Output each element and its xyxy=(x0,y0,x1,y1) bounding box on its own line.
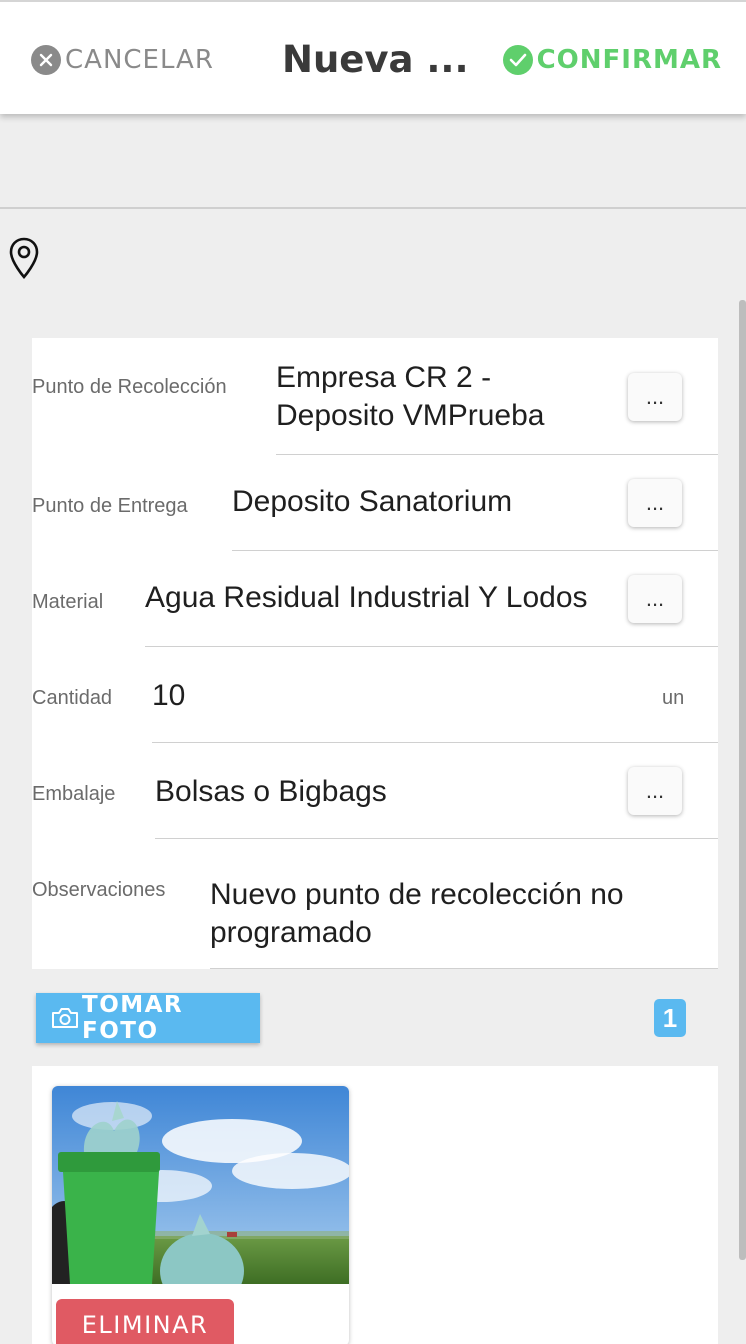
field-observaciones: Observaciones Nuevo punto de recolección… xyxy=(32,839,718,969)
field-underline xyxy=(210,968,718,969)
photo-count-badge: 1 xyxy=(654,999,686,1037)
material-select-button[interactable]: ... xyxy=(628,575,682,623)
cancel-label: CANCELAR xyxy=(65,45,214,75)
punto-entrega-select-button[interactable]: ... xyxy=(628,479,682,527)
field-label: Cantidad xyxy=(32,687,113,709)
form-card: Punto de Recolección Empresa CR 2 - Depo… xyxy=(32,338,718,969)
confirm-label: CONFIRMAR xyxy=(536,45,722,75)
embalaje-select-button[interactable]: ... xyxy=(628,767,682,815)
page-title: Nueva ... xyxy=(282,38,469,81)
close-circle-icon xyxy=(31,45,61,75)
punto-recoleccion-value-line1[interactable]: Empresa CR 2 - xyxy=(276,359,491,397)
field-embalaje: Embalaje Bolsas o Bigbags ... xyxy=(32,743,718,839)
check-circle-icon xyxy=(502,45,533,75)
field-label: Material xyxy=(32,591,104,613)
field-punto-recoleccion: Punto de Recolección Empresa CR 2 - Depo… xyxy=(32,338,718,455)
field-label: Punto de Entrega xyxy=(32,495,188,517)
field-label: Punto de Recolección xyxy=(32,376,227,398)
punto-recoleccion-value-line2[interactable]: Deposito VMPrueba xyxy=(276,397,544,435)
camera-icon xyxy=(50,1006,80,1030)
take-photo-button[interactable]: TOMAR FOTO xyxy=(36,992,260,1044)
field-label: Observaciones xyxy=(32,879,166,901)
cancel-button[interactable]: CANCELAR xyxy=(31,42,214,78)
embalaje-value[interactable]: Bolsas o Bigbags xyxy=(155,773,387,811)
observaciones-value-line2[interactable]: programado xyxy=(210,914,372,952)
confirm-button[interactable]: CONFIRMAR xyxy=(502,42,722,78)
field-cantidad: Cantidad 10 un xyxy=(32,647,718,743)
material-value[interactable]: Agua Residual Industrial Y Lodos xyxy=(145,579,588,617)
observaciones-value-line1[interactable]: Nuevo punto de recolección no xyxy=(210,876,624,914)
field-material: Material Agua Residual Industrial Y Lodo… xyxy=(32,551,718,647)
field-label: Embalaje xyxy=(32,783,116,805)
take-photo-label: TOMAR FOTO xyxy=(82,992,184,1044)
punto-recoleccion-select-button[interactable]: ... xyxy=(628,373,682,421)
header-bar: CANCELAR Nueva ... CONFIRMAR xyxy=(0,0,746,114)
cantidad-unit: un xyxy=(662,687,685,709)
punto-entrega-value[interactable]: Deposito Sanatorium xyxy=(232,483,512,521)
scrollbar[interactable] xyxy=(739,300,746,1260)
photo-thumbnail[interactable] xyxy=(52,1086,349,1284)
section-divider xyxy=(0,207,746,209)
field-punto-entrega: Punto de Entrega Deposito Sanatorium ... xyxy=(32,455,718,551)
photo-card: ELIMINAR xyxy=(52,1086,349,1344)
map-pin-icon[interactable] xyxy=(8,236,40,282)
photo-gallery: ELIMINAR xyxy=(32,1066,718,1344)
delete-photo-button[interactable]: ELIMINAR xyxy=(56,1299,234,1344)
cantidad-input[interactable]: 10 xyxy=(152,677,185,715)
app-screen: CANCELAR Nueva ... CONFIRMAR Punto de Re… xyxy=(0,0,746,1344)
